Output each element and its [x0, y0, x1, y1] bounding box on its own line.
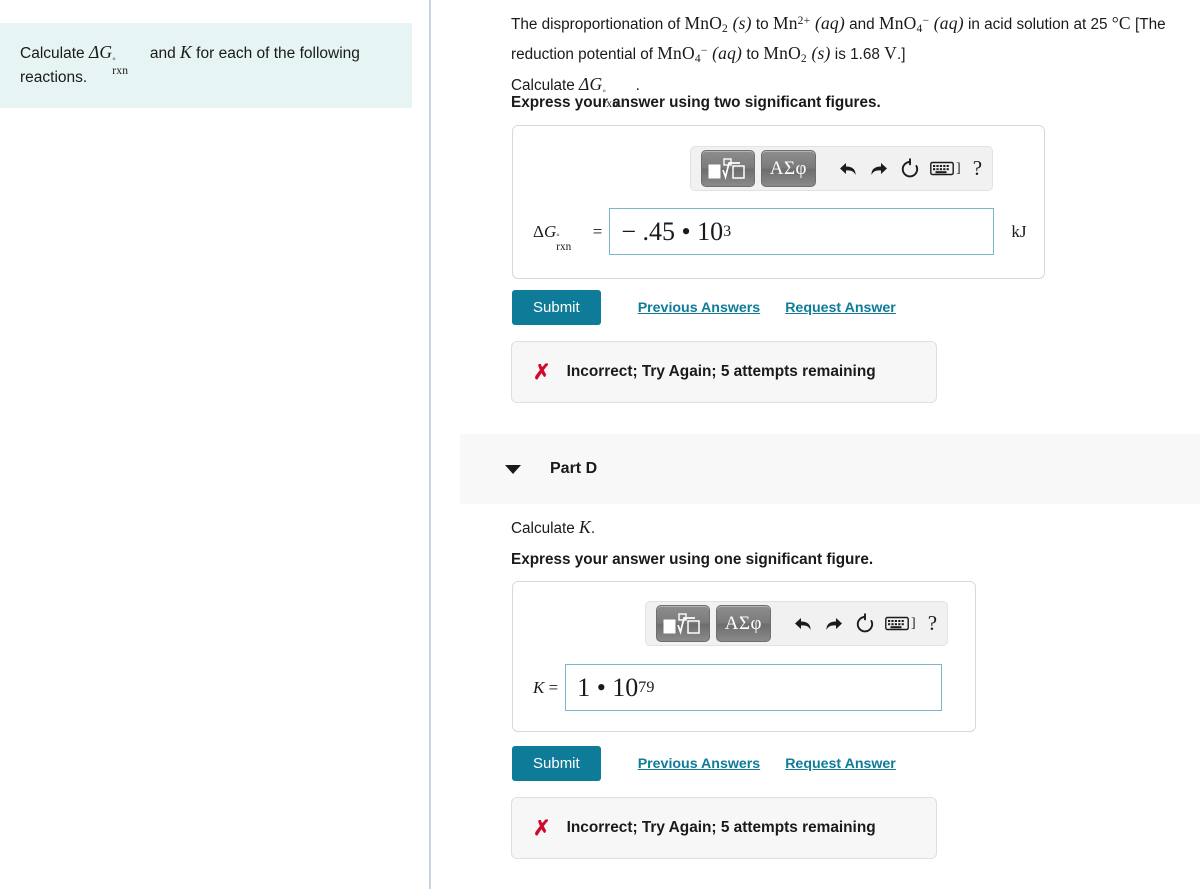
prompt-text-mid: and [145, 45, 180, 62]
feedback-banner-part-d: ✗ Incorrect; Try Again; 5 attempts remai… [511, 797, 937, 859]
previous-answers-link-part-d[interactable]: Previous Answers [638, 756, 761, 772]
submit-button-part-c[interactable]: Submit [512, 290, 601, 325]
math-toolbar-part-d: ΑΣφ] ? [645, 601, 948, 646]
volt-unit: V [884, 42, 897, 63]
answer-card-part-d: ΑΣφ] ? K = 1 • 10 79 [512, 581, 976, 732]
part-d-header[interactable]: Part D [460, 434, 1200, 504]
instruction-part-c: Express your answer using two significan… [511, 94, 881, 111]
answer-input-part-c[interactable]: − .45 • 10 3 [609, 208, 995, 255]
prompt-k-symbol: K [180, 42, 192, 62]
part-d-title: Part D [550, 460, 598, 477]
greek-symbols-button[interactable]: ΑΣφ [716, 605, 771, 642]
species-mn2plus: Mn2+ (aq) [772, 13, 845, 33]
feedback-text-part-c: Incorrect; Try Again; 5 attempts remaini… [566, 363, 876, 380]
redo-arrow-icon[interactable] [864, 152, 895, 186]
species-mno4-b: MnO4− (aq) [657, 42, 743, 66]
reset-circle-icon[interactable] [895, 152, 926, 186]
feedback-banner-part-c: ✗ Incorrect; Try Again; 5 attempts remai… [511, 341, 937, 403]
delta-g-label: ΔG ◦ rxn = [533, 221, 603, 254]
page-root: Calculate ΔG ◦ rxn and K for each of the f… [0, 0, 1200, 889]
chevron-down-icon[interactable] [505, 464, 521, 474]
answer-field-row-part-d: K = 1 • 10 79 [533, 664, 943, 711]
keyboard-bracket-label: ] [956, 160, 961, 176]
error-x-icon: ✗ [533, 816, 551, 840]
k-label: K = [533, 677, 559, 697]
greek-symbols-button[interactable]: ΑΣφ [761, 150, 816, 187]
instruction-part-d: Express your answer using one significan… [511, 551, 874, 568]
species-mno4: MnO4− (aq) [878, 13, 964, 36]
redo-arrow-icon[interactable] [819, 607, 850, 641]
keyboard-icon[interactable]: ] [930, 161, 961, 177]
math-template-icon[interactable] [656, 605, 711, 642]
question-statement: The disproportionation of MnO2 (s) to Mn… [511, 9, 1181, 110]
request-answer-link-part-d[interactable]: Request Answer [785, 756, 896, 772]
undo-arrow-icon[interactable] [788, 607, 819, 641]
help-button[interactable]: ? [973, 158, 982, 179]
unit-label-part-c: kJ [1011, 221, 1027, 241]
species-mno2-b: MnO2 (s) [763, 42, 831, 66]
left-panel: Calculate ΔG ◦ rxn and K for each of the f… [0, 0, 429, 889]
actions-part-c: Submit Previous Answers Request Answer [512, 290, 896, 325]
math-toolbar-part-c: ΑΣφ] ? [690, 146, 993, 191]
error-x-icon: ✗ [533, 360, 551, 384]
prompt-text-pre: Calculate [20, 45, 89, 62]
answer-value-mantissa-d: 1 • 10 [577, 672, 639, 702]
answer-value-exponent-c: 3 [723, 222, 732, 240]
answer-card-part-c: ΑΣφ] ? ΔG ◦ rxn = − .45 • 10 3 kJ [512, 125, 1045, 279]
undo-arrow-icon[interactable] [833, 152, 864, 186]
actions-part-d: Submit Previous Answers Request Answer [512, 746, 896, 781]
part-d-prompt: Calculate K. [511, 517, 596, 537]
feedback-text-part-d: Incorrect; Try Again; 5 attempts remaini… [566, 819, 876, 836]
assignment-prompt: Calculate ΔG ◦ rxn and K for each of the f… [0, 23, 412, 109]
answer-field-row-part-c: ΔG ◦ rxn = − .45 • 10 3 kJ [533, 208, 1026, 255]
request-answer-link-part-c[interactable]: Request Answer [785, 300, 896, 316]
answer-value-mantissa-c: − .45 • 10 [621, 216, 724, 246]
previous-answers-link-part-c[interactable]: Previous Answers [638, 300, 761, 316]
answer-input-part-d[interactable]: 1 • 10 79 [565, 664, 943, 711]
right-panel: The disproportionation of MnO2 (s) to Mn… [431, 0, 1200, 889]
temperature-unit: °C [1111, 13, 1131, 33]
keyboard-icon[interactable]: ] [885, 616, 916, 632]
math-template-icon[interactable] [701, 150, 756, 187]
answer-value-exponent-d: 79 [638, 678, 655, 696]
keyboard-bracket-label: ] [911, 615, 916, 631]
reset-circle-icon[interactable] [850, 607, 881, 641]
help-button[interactable]: ? [928, 613, 937, 634]
submit-button-part-d[interactable]: Submit [512, 746, 601, 781]
prompt-delta-g-symbol: ΔG ◦ rxn [88, 42, 129, 77]
species-mno2: MnO2 (s) [684, 13, 752, 36]
